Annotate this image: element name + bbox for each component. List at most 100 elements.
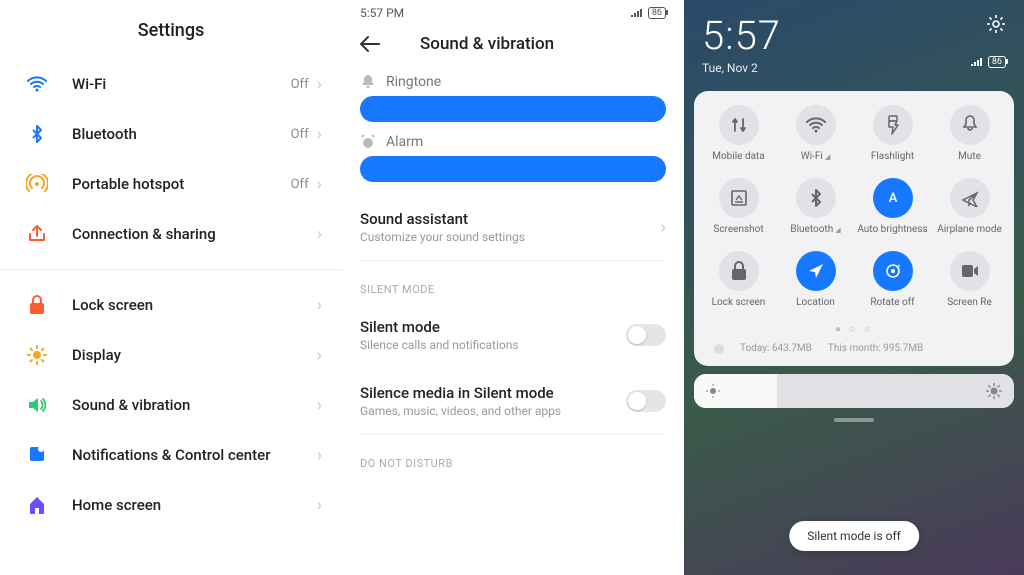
qs-tile-label: Wi-Fi◢ — [801, 151, 830, 162]
qs-tile-label: Airplane mode — [937, 224, 1002, 235]
chevron-right-icon: › — [317, 224, 322, 245]
qs-tile-label: Rotate off — [870, 297, 914, 308]
qs-tile-airplane-mode[interactable]: Airplane mode — [933, 178, 1007, 235]
qs-tile-screen-re[interactable]: Screen Re — [933, 251, 1007, 308]
settings-item-label: Display — [72, 346, 317, 364]
settings-item-label: Portable hotspot — [72, 175, 291, 193]
settings-item-label: Connection & sharing — [72, 225, 317, 243]
qs-tile-rotate-off[interactable]: Rotate off — [856, 251, 930, 308]
share-icon — [26, 223, 48, 245]
qs-tile-flashlight[interactable]: Flashlight — [856, 105, 930, 162]
flash-icon — [873, 105, 913, 145]
chevron-right-icon: › — [661, 217, 666, 238]
usage-today: Today: 643.7MB — [740, 343, 812, 354]
alarm-slider[interactable] — [360, 156, 666, 182]
settings-item-notifications-control-center[interactable]: Notifications & Control center› — [0, 430, 342, 480]
dnd-category: DO NOT DISTURB — [360, 457, 666, 470]
sun-icon — [26, 344, 48, 366]
date: Tue, Nov 2 — [702, 61, 1006, 75]
bluetooth-icon — [796, 178, 836, 218]
sound-assistant-row[interactable]: Sound assistant Customize your sound set… — [360, 194, 666, 261]
settings-item-status: Off — [291, 127, 309, 142]
screenrec-icon — [950, 251, 990, 291]
alarm-label: Alarm — [360, 134, 666, 150]
location-icon — [796, 251, 836, 291]
silent-mode-toggle[interactable] — [626, 324, 666, 346]
qs-tile-auto-brightness[interactable]: A Auto brightness — [856, 178, 930, 235]
settings-item-status: Off — [291, 177, 309, 192]
brightness-low-icon — [706, 384, 720, 398]
mute-icon — [950, 105, 990, 145]
settings-item-label: Home screen — [72, 496, 317, 514]
settings-item-sound-vibration[interactable]: Sound & vibration› — [0, 380, 342, 430]
settings-item-home-screen[interactable]: Home screen› — [0, 480, 342, 530]
settings-item-label: Wi-Fi — [72, 75, 291, 93]
plane-icon — [950, 178, 990, 218]
qs-tile-location[interactable]: Location — [779, 251, 853, 308]
hotspot-icon — [26, 173, 48, 195]
screen-title: Sound & vibration — [420, 34, 554, 54]
qs-tile-wi-fi[interactable]: Wi-Fi◢ — [779, 105, 853, 162]
status-right: 86 — [630, 6, 666, 20]
silent-mode-category: SILENT MODE — [360, 283, 666, 296]
settings-item-status: Off — [291, 77, 309, 92]
settings-item-label: Lock screen — [72, 296, 317, 314]
settings-item-lock-screen[interactable]: Lock screen› — [0, 280, 342, 330]
drawer-handle[interactable] — [834, 418, 874, 422]
qs-tile-label: Location — [796, 297, 835, 308]
usage-dot-icon — [714, 344, 724, 354]
home-icon — [26, 494, 48, 516]
chevron-right-icon: › — [317, 395, 322, 416]
silence-media-toggle[interactable] — [626, 390, 666, 412]
qs-tile-lock-screen[interactable]: Lock screen — [702, 251, 776, 308]
bluetooth-icon — [26, 123, 48, 145]
settings-item-display[interactable]: Display› — [0, 330, 342, 380]
brightness-slider[interactable] — [694, 374, 1014, 408]
signal-icon — [630, 8, 644, 18]
settings-item-wi-fi[interactable]: Wi-FiOff› — [0, 59, 342, 109]
settings-item-portable-hotspot[interactable]: Portable hotspotOff › — [0, 159, 342, 209]
silent-mode-row[interactable]: Silent mode Silence calls and notificati… — [360, 302, 666, 368]
qs-tile-label: Screenshot — [713, 224, 763, 235]
sound-vibration-panel: 5:57 PM 86 Sound & vibration Ringtone Al… — [342, 0, 684, 575]
lock-icon — [719, 251, 759, 291]
qs-tile-label: Auto brightness — [857, 224, 927, 235]
settings-gear-icon[interactable] — [986, 14, 1006, 34]
battery-icon: 86 — [988, 56, 1006, 68]
status-time: 5:57 PM — [360, 6, 404, 20]
settings-item-bluetooth[interactable]: BluetoothOff› — [0, 109, 342, 159]
svg-text:A: A — [888, 191, 897, 206]
qs-tile-mute[interactable]: Mute — [933, 105, 1007, 162]
qs-tile-screenshot[interactable]: Screenshot — [702, 178, 776, 235]
qs-tile-label: Lock screen — [712, 297, 766, 308]
battery-icon: 86 — [648, 7, 666, 19]
qs-tile-bluetooth[interactable]: Bluetooth◢ — [779, 178, 853, 235]
back-button[interactable] — [360, 36, 380, 52]
lock-icon — [26, 294, 48, 316]
rotate-icon — [873, 251, 913, 291]
settings-item-label: Notifications & Control center — [72, 446, 317, 464]
quick-settings-card: Mobile data Wi-Fi◢ Flashlight Mute Screensho… — [694, 91, 1014, 366]
qs-tile-label: Bluetooth◢ — [790, 224, 840, 235]
ringtone-slider[interactable] — [360, 96, 666, 122]
qs-tile-label: Mobile data — [712, 151, 765, 162]
data-usage-row[interactable]: Today: 643.7MB This month: 995.7MB — [700, 343, 1008, 356]
chevron-right-icon: › — [317, 345, 322, 366]
header: Sound & vibration — [342, 24, 684, 64]
chevron-right-icon: › — [317, 174, 322, 195]
chevron-right-icon: › — [317, 445, 322, 466]
clock: 5:57 — [702, 12, 1006, 59]
toast: Silent mode is off — [789, 521, 919, 551]
settings-item-connection-sharing[interactable]: Connection & sharing› — [0, 209, 342, 259]
page-indicator: ● ○ ○ — [700, 324, 1008, 335]
settings-item-label: Sound & vibration — [72, 396, 317, 414]
wifi-icon — [26, 73, 48, 95]
status-indicators: 86 — [970, 56, 1006, 68]
silence-media-row[interactable]: Silence media in Silent mode Games, musi… — [360, 368, 666, 435]
data-icon — [719, 105, 759, 145]
qs-tile-mobile-data[interactable]: Mobile data — [702, 105, 776, 162]
divider — [0, 269, 342, 270]
qs-tile-label: Mute — [958, 151, 981, 162]
volume-icon — [26, 394, 48, 416]
chevron-right-icon: › — [317, 295, 322, 316]
